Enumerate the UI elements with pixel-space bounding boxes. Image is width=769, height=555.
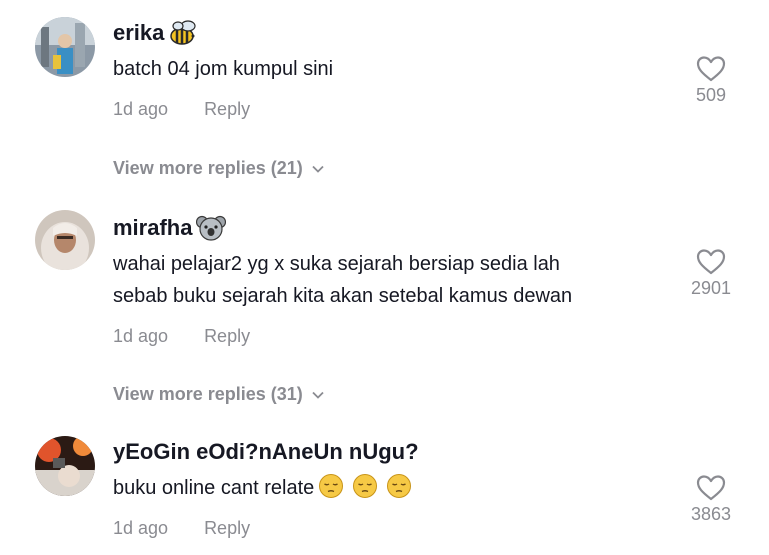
comment-text: buku online cant relate (113, 472, 679, 504)
comment-body: yEoGin eOdi?nAneUn nUgu? buku online can… (113, 438, 679, 539)
comment-text: wahai pelajar2 yg x suka sejarah bersiap… (113, 248, 679, 312)
heart-icon[interactable] (696, 55, 726, 83)
like-count: 2901 (690, 278, 732, 298)
chevron-down-icon (312, 165, 324, 173)
avatar[interactable] (35, 17, 95, 77)
comment-body: erika batch 04 jom kumpul sini 1d ago Re… (113, 19, 679, 120)
view-more-label: View more replies (21) (113, 158, 303, 178)
reply-button[interactable]: Reply (204, 326, 250, 347)
comment-text-body: buku online cant relate (113, 477, 315, 499)
pensive-face-emoji-icon (387, 474, 412, 498)
view-more-label: View more replies (31) (113, 384, 303, 404)
comment-body: mirafha wahai pelajar2 yg x suka sejarah… (113, 214, 679, 347)
like-control: 509 (688, 55, 734, 106)
like-count: 509 (695, 85, 727, 105)
timestamp: 1d ago (113, 99, 169, 119)
comment-meta: 1d ago Reply (113, 518, 679, 539)
heart-icon[interactable] (696, 474, 726, 502)
koala-emoji-icon (196, 215, 227, 241)
timestamp: 1d ago (113, 518, 169, 538)
username[interactable]: yEoGin eOdi?nAneUn nUgu? (113, 438, 679, 466)
comment-text-line: wahai pelajar2 yg x suka sejarah bersiap… (113, 253, 560, 275)
view-more-replies-button[interactable]: View more replies (31) (113, 384, 325, 405)
like-count: 3863 (690, 504, 732, 524)
comment-meta: 1d ago Reply (113, 99, 679, 120)
pensive-face-emoji-icon (353, 474, 378, 498)
like-control: 2901 (688, 248, 734, 299)
username[interactable]: mirafha (113, 214, 679, 242)
chevron-down-icon (312, 391, 324, 399)
like-control: 3863 (688, 474, 734, 525)
heart-icon[interactable] (696, 248, 726, 276)
reply-button[interactable]: Reply (204, 99, 250, 120)
comment-text: batch 04 jom kumpul sini (113, 58, 334, 80)
comment-meta: 1d ago Reply (113, 326, 679, 347)
avatar[interactable] (35, 436, 95, 496)
timestamp: 1d ago (113, 326, 169, 346)
view-more-replies-button[interactable]: View more replies (21) (113, 158, 325, 179)
bee-emoji-icon (170, 20, 196, 45)
username-text[interactable]: erika (113, 19, 164, 47)
username-text[interactable]: yEoGin eOdi?nAneUn nUgu? (113, 438, 419, 466)
comment-text-line: sebab buku sejarah kita akan setebal kam… (113, 285, 573, 307)
username[interactable]: erika (113, 19, 679, 47)
username-text[interactable]: mirafha (113, 214, 192, 242)
reply-button[interactable]: Reply (204, 518, 250, 539)
pensive-face-emoji-icon (319, 474, 344, 498)
avatar[interactable] (35, 210, 95, 270)
